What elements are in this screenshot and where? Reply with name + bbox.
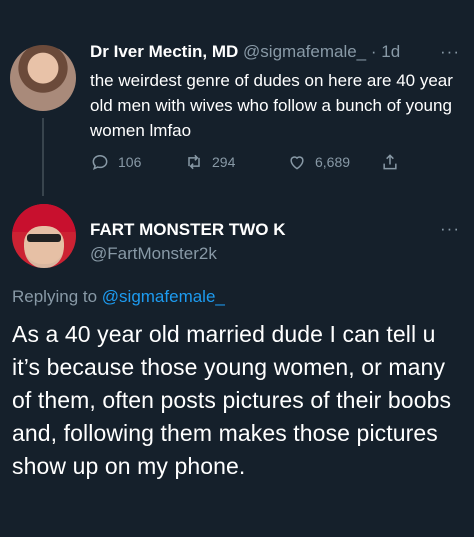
share-icon: [383, 154, 397, 170]
like-icon: [290, 156, 304, 170]
more-options-icon[interactable]: ···: [440, 42, 460, 62]
replying-to: Replying to @sigmafemale_: [12, 287, 225, 307]
thread-line: [42, 118, 44, 196]
tweet-header: Dr Iver Mectin, MD @sigmafemale_ · 1d: [90, 42, 400, 62]
parent-tweet[interactable]: Dr Iver Mectin, MD @sigmafemale_ · 1d ··…: [0, 0, 474, 196]
retweet-button[interactable]: 294: [184, 152, 235, 172]
retweet-count: 294: [212, 154, 236, 170]
tweet-actions: 106 294 6,689: [90, 152, 410, 174]
timestamp[interactable]: 1d: [381, 42, 400, 61]
avatar[interactable]: [10, 45, 76, 111]
sunglasses: [27, 234, 61, 242]
reply-button[interactable]: 106: [90, 152, 141, 172]
reply-icon: [92, 154, 108, 171]
author-name[interactable]: FART MONSTER TWO K: [90, 220, 285, 240]
reply-count: 106: [118, 154, 142, 170]
like-button[interactable]: 6,689: [287, 152, 350, 172]
retweet-icon: [188, 154, 200, 170]
author-name[interactable]: Dr Iver Mectin, MD: [90, 42, 238, 61]
more-options-icon[interactable]: ···: [440, 219, 460, 239]
replying-prefix: Replying to: [12, 287, 102, 306]
face: [24, 226, 64, 264]
author-handle[interactable]: @sigmafemale_: [243, 42, 366, 61]
like-count: 6,689: [315, 154, 351, 170]
avatar[interactable]: [12, 204, 76, 268]
separator: ·: [370, 42, 377, 61]
author-handle[interactable]: @FartMonster2k: [90, 244, 217, 264]
mention-link[interactable]: @sigmafemale_: [102, 287, 225, 306]
share-button[interactable]: [380, 152, 408, 172]
tweet-text: As a 40 year old married dude I can tell…: [12, 321, 452, 479]
tweet-text: the weirdest genre of dudes on here are …: [90, 71, 453, 140]
